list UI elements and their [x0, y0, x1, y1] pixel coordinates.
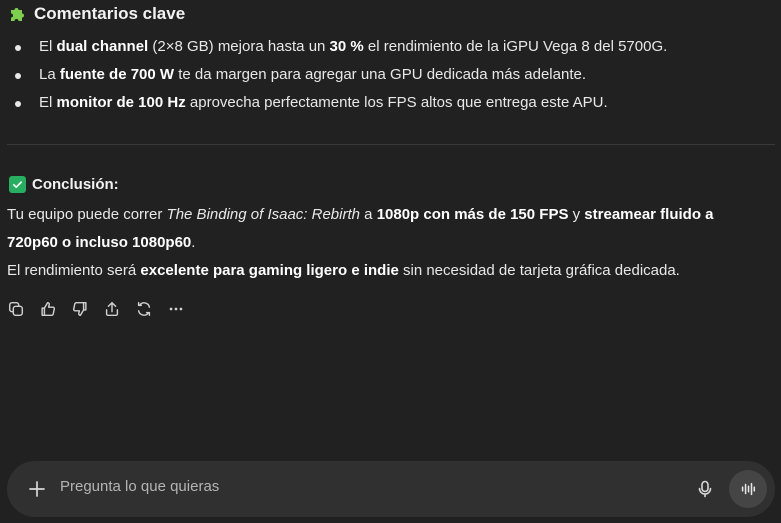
share-icon: [105, 301, 119, 317]
thumbs-up-icon: [41, 301, 56, 317]
check-mark-button-icon: [9, 176, 26, 193]
composer: Pregunta lo que quieras: [7, 461, 775, 517]
key-comments-list: El dual channel (2×8 GB) mejora hasta un…: [0, 33, 760, 117]
section-title: Comentarios clave: [34, 4, 186, 23]
list-item: El dual channel (2×8 GB) mejora hasta un…: [0, 33, 760, 61]
voice-mode-button[interactable]: [729, 470, 767, 508]
add-attachment-button[interactable]: [25, 477, 49, 501]
conclusion-line-2: 720p60 o incluso 1080p60.: [7, 234, 196, 251]
thumbs-up-button[interactable]: [38, 299, 58, 319]
dictate-button[interactable]: [693, 477, 717, 501]
copy-button[interactable]: [6, 299, 26, 319]
copy-icon: [8, 301, 24, 317]
chat-view: Comentarios clave El dual channel (2×8 G…: [0, 0, 781, 523]
more-icon: [169, 307, 183, 311]
puzzle-piece-icon: [11, 8, 24, 21]
regenerate-icon: [137, 301, 151, 317]
prompt-input[interactable]: Pregunta lo que quieras: [60, 478, 219, 495]
list-item: La fuente de 700 W te da margen para agr…: [0, 61, 760, 89]
conclusion-title: Conclusión:: [32, 176, 119, 193]
more-options-button[interactable]: [166, 299, 186, 319]
conclusion-line-1: Tu equipo puede correr The Binding of Is…: [7, 206, 714, 223]
microphone-icon: [698, 480, 712, 498]
voice-waveform-icon: [741, 482, 756, 496]
section-heading: Comentarios clave: [8, 4, 185, 24]
thumbs-down-button[interactable]: [70, 299, 90, 319]
share-button[interactable]: [102, 299, 122, 319]
divider: [7, 144, 775, 145]
conclusion-line-3: El rendimiento será excelente para gamin…: [7, 262, 680, 279]
regenerate-button[interactable]: [134, 299, 154, 319]
plus-icon: [29, 481, 45, 497]
conclusion-heading: Conclusión:: [9, 176, 119, 193]
message-actions: [6, 299, 186, 319]
thumbs-down-icon: [72, 301, 87, 317]
list-item: El monitor de 100 Hz aprovecha perfectam…: [0, 89, 760, 117]
